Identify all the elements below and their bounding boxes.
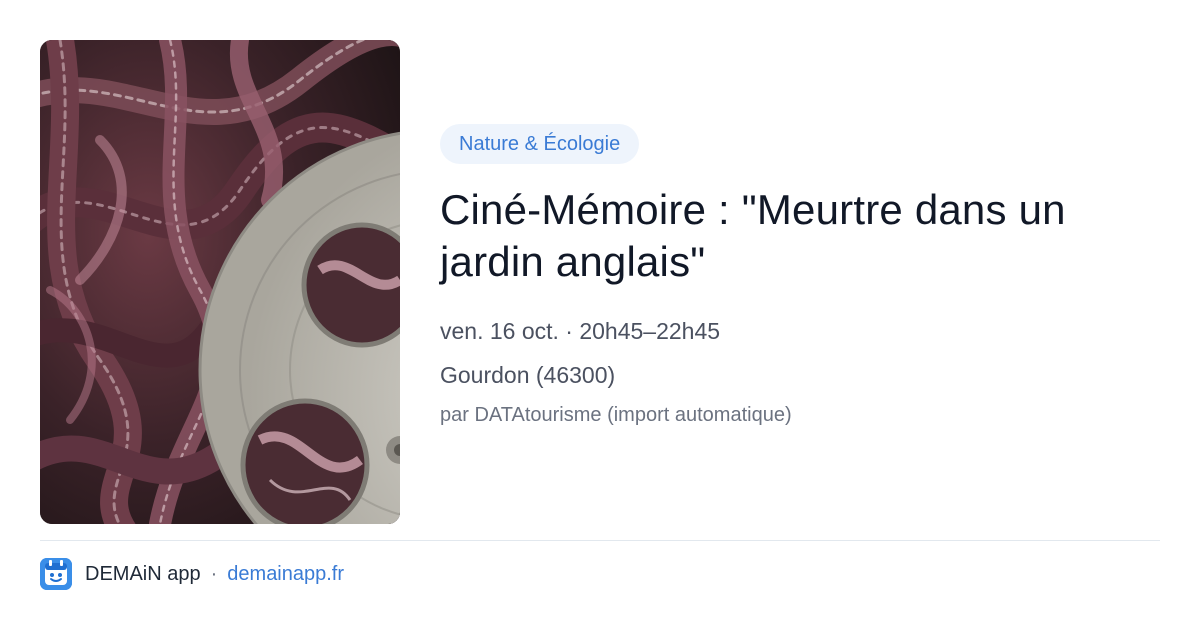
footer: DEMAiN app · demainapp.fr	[40, 558, 344, 590]
app-url-link[interactable]: demainapp.fr	[227, 563, 344, 586]
demain-app-logo-icon[interactable]	[40, 558, 72, 590]
footer-divider	[40, 540, 1160, 541]
film-reel-photo	[40, 40, 400, 524]
event-title[interactable]: Ciné-Mémoire : "Meurtre dans un jardin a…	[440, 184, 1160, 288]
event-date: ven. 16 oct. · 20h45–22h45	[440, 318, 721, 344]
event-details: Nature & Écologie Ciné-Mémoire : "Meurtr…	[440, 124, 1160, 430]
event-source: par DATAtourisme (import automatique)	[440, 404, 792, 426]
category-tag[interactable]: Nature & Écologie	[440, 124, 640, 164]
app-name: DEMAiN app	[85, 562, 201, 585]
event-location: Gourdon (46300)	[440, 362, 616, 388]
event-image[interactable]	[40, 40, 400, 524]
footer-separator: ·	[210, 562, 218, 585]
